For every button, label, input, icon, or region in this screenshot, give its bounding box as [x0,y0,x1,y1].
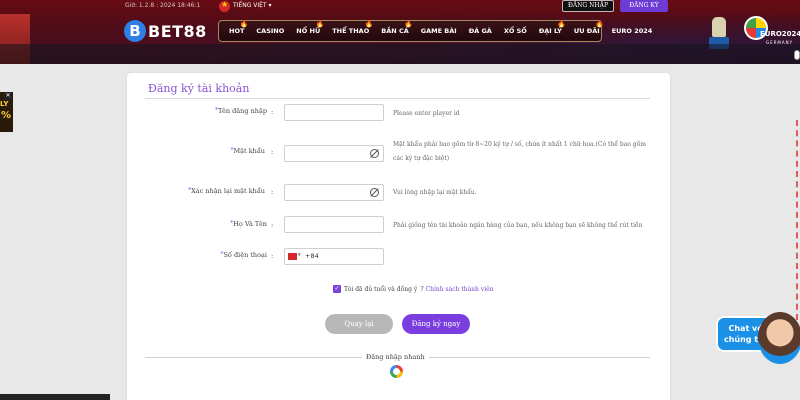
nav-label: NỔ HŨ [296,27,321,35]
main-nav: HOT 🔥 CASINO NỔ HŨ 🔥 THỂ THAO 🔥 BẮN CÁ 🔥 GAM… [218,20,652,42]
top-bar: Giờ: 1.2.8 : 2024 18:46:1 TIẾNG VIỆT ▾ Đ… [0,0,800,13]
nav-item-casino[interactable]: CASINO [256,27,284,35]
phone-label: *Số điện thoại [117,251,267,259]
fire-icon: 🔥 [594,20,604,28]
side-toggle-icon[interactable] [794,50,800,60]
nav-label: ĐẠI LÝ [538,27,562,35]
policy-link[interactable]: Chính sách thành viên [426,286,494,293]
nav-label: CASINO [256,27,285,35]
login-button[interactable]: ĐĂNG NHẬP [562,0,614,12]
language-selector[interactable]: TIẾNG VIỆT ▾ [233,2,272,9]
nav-item-ban-ca[interactable]: BẮN CÁ 🔥 [381,20,413,35]
colon: : [271,252,274,260]
nav-label: ƯU ĐÃI [573,27,600,35]
trophy-cup [712,17,726,37]
fire-icon: 🔥 [364,20,374,28]
password-hint: Mật khẩu phải bao gồm từ 8~20 ký tự / số… [393,141,646,162]
banner-text: LY [0,100,9,108]
agree-text: Tôi đã đủ tuổi và đồng ý [344,285,418,293]
username-label: *Tên đăng nhập [117,107,267,115]
colon: : [271,108,274,116]
password-input[interactable] [284,145,384,162]
fire-icon: 🔥 [315,20,325,28]
colon: : [271,148,274,156]
nav-label: XỔ SỐ [503,27,527,35]
username-hint: Please enter player id [393,110,460,117]
fire-icon: 🔥 [404,20,413,28]
nav-item-hot[interactable]: HOT 🔥 [229,20,248,35]
phone-code: +84 [305,252,319,260]
vietnam-flag-icon[interactable] [219,0,230,12]
nav-label: HOT [229,27,245,35]
username-input[interactable] [284,104,384,121]
close-icon[interactable]: ✕ [4,92,12,100]
nav-item-uu-dai[interactable]: ƯU ĐÃI 🔥 [573,20,604,35]
chat-avatar[interactable] [758,312,800,364]
fullname-label-text: Họ Và Tên [233,220,267,228]
fullname-label: *Họ Và Tên [117,220,267,228]
phone-input[interactable]: ▾ +84 [284,248,384,265]
confirm-password-label-text: Xác nhận lại mật khẩu [191,187,265,195]
google-icon[interactable] [390,365,403,378]
confirm-password-label: *Xác nhận lại mật khẩu [115,187,265,195]
submit-button[interactable]: Đăng ký ngay [402,314,470,334]
nav-item-euro-2024[interactable]: EURO 2024 [612,27,653,35]
nav-label: BẮN CÁ [381,27,409,35]
header-strip [0,44,800,64]
password-label: *Mật khẩu [115,147,265,155]
euro-text: EURO2024 [760,30,800,38]
logo-text: BET88 [148,21,207,41]
nav-item-the-thao[interactable]: THỂ THAO 🔥 [332,20,373,35]
nav-label: GAME BÀI [420,27,457,35]
phone-label-text: Số điện thoại [223,251,267,259]
fire-icon: 🔥 [239,20,249,28]
side-dashed-line [796,120,800,320]
nav-item-game-bai[interactable]: GAME BÀI [421,27,457,35]
fire-icon: 🔥 [557,20,566,28]
nav-item-xo-so[interactable]: XỔ SỐ [504,27,527,35]
nav-label: ĐÁ GÀ [468,27,492,35]
date-time: Giờ: 1.2.8 : 2024 18:46:1 [125,2,201,9]
nav-label: THỂ THAO [332,27,370,35]
caret-down-icon[interactable]: ▾ [298,252,301,258]
registration-card: Đăng ký tài khoản *Tên đăng nhập : Pleas… [127,73,670,400]
agree-row: ✓ Tôi đã đủ tuổi và đồng ý ? Chính sách … [333,285,494,293]
agree-separator: ? [420,285,424,293]
fullname-input[interactable] [284,216,384,233]
confirm-password-hint: Vui lòng nhập lại mật khẩu. [393,189,477,196]
username-label-text: Tên đăng nhập [218,107,267,115]
nav-item-no-hu[interactable]: NỔ HŨ 🔥 [296,20,324,35]
logo-badge: B [124,20,146,42]
back-button[interactable]: Quay lại [325,314,393,334]
confirm-password-input[interactable] [284,184,384,201]
nav-label: EURO 2024 [611,27,653,35]
left-promo-banner[interactable]: ✕ LY % [0,92,13,132]
agree-checkbox[interactable]: ✓ [333,285,341,293]
nav-item-dai-ly[interactable]: ĐẠI LÝ 🔥 [538,20,566,35]
vietnam-flag-icon[interactable] [288,253,297,260]
password-label-text: Mật khẩu [233,147,265,155]
fullname-hint: Phải giống tên tài khoản ngân hàng của b… [393,222,643,229]
register-button[interactable]: ĐĂNG KÝ [620,0,668,12]
eye-slash-icon[interactable] [370,149,379,158]
quick-login-label: Đăng nhập nhanh [362,353,429,361]
logo[interactable]: B BET88 [124,18,207,44]
bottom-bar [0,394,110,400]
nav-item-da-ga[interactable]: ĐÁ GÀ [469,27,492,35]
title-divider [145,98,650,99]
form-title: Đăng ký tài khoản [148,82,250,95]
banner-percent: % [1,110,12,121]
eye-slash-icon[interactable] [370,188,379,197]
colon: : [271,188,274,196]
colon: : [271,221,274,229]
